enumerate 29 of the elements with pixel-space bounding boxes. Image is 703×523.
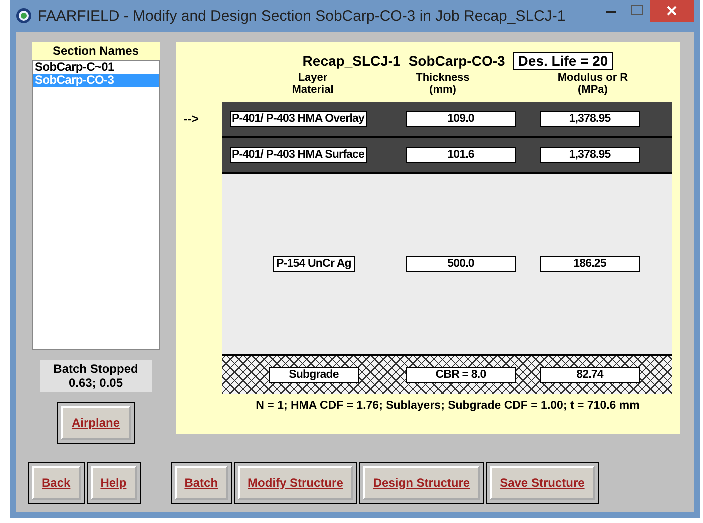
summary-text: N = 1; HMA CDF = 1.76; Sublayers; Subgrade CDF = 1.00; t = 710.6 mm bbox=[256, 400, 640, 412]
design-life-field: Des. Life = 20 bbox=[513, 52, 614, 70]
list-item[interactable]: SobCarp-C~01 bbox=[33, 61, 159, 74]
material-field[interactable]: P-154 UnCr Ag bbox=[272, 256, 356, 272]
job-name: Recap_SLCJ-1 bbox=[302, 53, 401, 69]
material-field[interactable]: Subgrade bbox=[269, 367, 359, 383]
window-title: FAARFIELD - Modify and Design Section SobCarp-CO-3 in Job Recap_SLCJ-1 bbox=[38, 8, 567, 24]
material-field[interactable]: P-401/ P-403 HMA Surface bbox=[230, 147, 367, 163]
section-name: SobCarp-CO-3 bbox=[408, 53, 506, 69]
modulus-field[interactable]: 186.25 bbox=[540, 256, 640, 272]
layer-pointer: --> bbox=[184, 112, 199, 126]
status-label: Batch Stopped bbox=[54, 362, 138, 376]
app-icon bbox=[16, 8, 32, 24]
thickness-field[interactable]: 500.0 bbox=[406, 256, 516, 272]
close-icon[interactable] bbox=[667, 6, 677, 16]
column-header: Thickness (mm) bbox=[415, 72, 471, 96]
status-values: 0.63; 0.05 bbox=[68, 376, 124, 390]
column-header: Layer Material bbox=[291, 72, 335, 96]
material-field[interactable]: P-401/ P-403 HMA Overlay bbox=[230, 111, 367, 127]
thickness-field[interactable]: CBR = 8.0 bbox=[406, 367, 516, 383]
maximize-icon[interactable] bbox=[631, 5, 643, 15]
thickness-field[interactable]: 109.0 bbox=[406, 111, 516, 127]
close-button[interactable] bbox=[650, 0, 694, 22]
column-header: Modulus or R (MPa) bbox=[556, 72, 630, 96]
modulus-field[interactable]: 1,378.95 bbox=[540, 147, 640, 163]
list-header: Section Names bbox=[32, 42, 160, 60]
thickness-field[interactable]: 101.6 bbox=[406, 147, 516, 163]
modulus-field[interactable]: 82.74 bbox=[540, 367, 640, 383]
modulus-field[interactable]: 1,378.95 bbox=[540, 111, 640, 127]
